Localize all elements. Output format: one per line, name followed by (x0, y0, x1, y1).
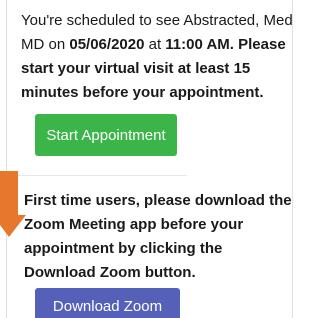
appointment-message: You're scheduled to see Abstracted, Med … (21, 9, 293, 105)
appointment-period: . (229, 36, 234, 53)
appointment-card: You're scheduled to see Abstracted, Med … (6, 0, 293, 318)
start-appointment-button[interactable]: Start Appointment (35, 114, 177, 156)
appointment-date: 05/06/2020 (69, 36, 145, 53)
download-zoom-button[interactable]: Download Zoom (35, 288, 180, 318)
section-divider (7, 175, 187, 176)
zoom-notice-text: First time users, please download the Zo… (24, 192, 292, 281)
down-arrow-icon (0, 171, 26, 237)
appointment-time: 11:00 AM (165, 36, 230, 53)
appointment-at: at (144, 36, 166, 53)
